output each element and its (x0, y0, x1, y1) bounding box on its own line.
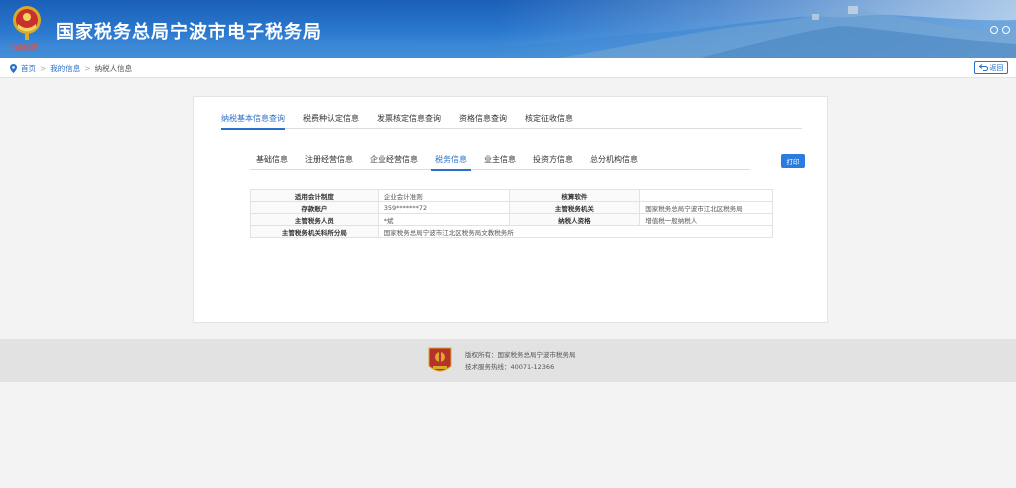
table-cell: 适用会计制度 (250, 189, 379, 202)
tax-badge-icon (428, 347, 452, 372)
breadcrumb-home[interactable]: 首页 (21, 63, 36, 74)
breadcrumb-current: 纳税人信息 (94, 64, 133, 73)
table-cell: 国家税务总局宁波市江北区税务局文教税务所 (377, 225, 774, 238)
breadcrumb-my-info[interactable]: 我的信息 (50, 63, 80, 74)
table-cell: 存款账户 (250, 201, 379, 214)
print-button[interactable]: 打印 (781, 154, 805, 168)
footer-copyright: 版权所有：国家税务总局宁波市税务局 (465, 351, 576, 359)
search-icon[interactable] (1002, 26, 1010, 34)
taxpayer-info-card: 纳税基本信息查询 税费种认定信息 发票核定信息查询 资格信息查询 核定征收信息 … (193, 96, 828, 323)
tab-tax-type-recognition[interactable]: 税费种认定信息 (303, 113, 369, 129)
table-cell: 主管税务机关 (508, 201, 641, 214)
tab-branch-info[interactable]: 总分机构信息 (584, 154, 644, 170)
table-cell: 增值税一般纳税人 (639, 213, 773, 226)
search-icon[interactable] (990, 26, 998, 34)
tab-tax-info[interactable]: 税务信息 (429, 154, 473, 171)
back-button[interactable]: 返回 (974, 61, 1008, 74)
footer-hotline: 技术服务热线：40071-12366 (465, 363, 555, 371)
table-row: 主管税务人员 *斌 纳税人资格 增值税一般纳税人 (250, 213, 773, 226)
table-cell: 主管税务机关科所分局 (250, 225, 379, 238)
breadcrumb-bar: 首页 > 我的信息 > 纳税人信息 返回 (0, 58, 1016, 78)
table-cell: 纳税人资格 (508, 213, 641, 226)
primary-tabs: 纳税基本信息查询 税费种认定信息 发票核定信息查询 资格信息查询 核定征收信息 (221, 113, 802, 130)
site-footer: 版权所有：国家税务总局宁波市税务局 技术服务热线：40071-12366 (0, 339, 1016, 382)
breadcrumb: 首页 > 我的信息 > 纳税人信息 (10, 63, 132, 74)
tab-registration[interactable]: 注册经营信息 (299, 154, 359, 170)
header-tools (990, 26, 1010, 34)
table-cell: 主管税务人员 (250, 213, 379, 226)
table-row: 主管税务机关科所分局 国家税务总局宁波市江北区税务局文教税务所 (250, 225, 774, 238)
tab-business-operation[interactable]: 企业经营信息 (364, 154, 424, 170)
tab-assessed-collection[interactable]: 核定征收信息 (525, 113, 583, 129)
tab-qualification-query[interactable]: 资格信息查询 (459, 113, 517, 129)
table-row: 适用会计制度 企业会计准则 核算软件 (250, 189, 773, 202)
breadcrumb-separator: > (40, 64, 47, 73)
back-arrow-icon (978, 64, 988, 71)
back-button-label: 返回 (989, 63, 1004, 72)
table-cell: *斌 (377, 213, 510, 226)
tab-basic[interactable]: 基础信息 (250, 154, 294, 170)
tab-owner-info[interactable]: 业主信息 (478, 154, 522, 170)
table-cell: 企业会计准则 (377, 189, 510, 202)
location-pin-icon (10, 64, 17, 73)
tab-invoice-approval-query[interactable]: 发票核定信息查询 (377, 113, 451, 129)
tax-info-table: 适用会计制度 企业会计准则 核算软件 存款账户 359*******72 主管税… (250, 189, 774, 238)
breadcrumb-separator: > (84, 64, 91, 73)
site-header: 中国税务 国家税务总局宁波市电子税务局 (0, 0, 1016, 58)
footer-text: 版权所有：国家税务总局宁波市税务局 技术服务热线：40071-12366 (465, 349, 576, 373)
tab-investor-info[interactable]: 投资方信息 (527, 154, 579, 170)
tax-emblem-icon (13, 6, 41, 40)
site-title: 国家税务总局宁波市电子税务局 (56, 22, 322, 43)
secondary-tabs: 基础信息 注册经营信息 企业经营信息 税务信息 业主信息 投资方信息 总分机构信… (250, 154, 750, 171)
table-cell: 国家税务总局宁波市江北区税务局 (639, 201, 773, 214)
table-cell: 核算软件 (508, 189, 641, 202)
tab-basic-info-query[interactable]: 纳税基本信息查询 (221, 113, 295, 130)
table-cell (639, 189, 773, 202)
table-cell: 359*******72 (377, 201, 510, 214)
emblem-script-text: 中国税务 (8, 43, 37, 52)
table-row: 存款账户 359*******72 主管税务机关 国家税务总局宁波市江北区税务局 (250, 201, 773, 214)
